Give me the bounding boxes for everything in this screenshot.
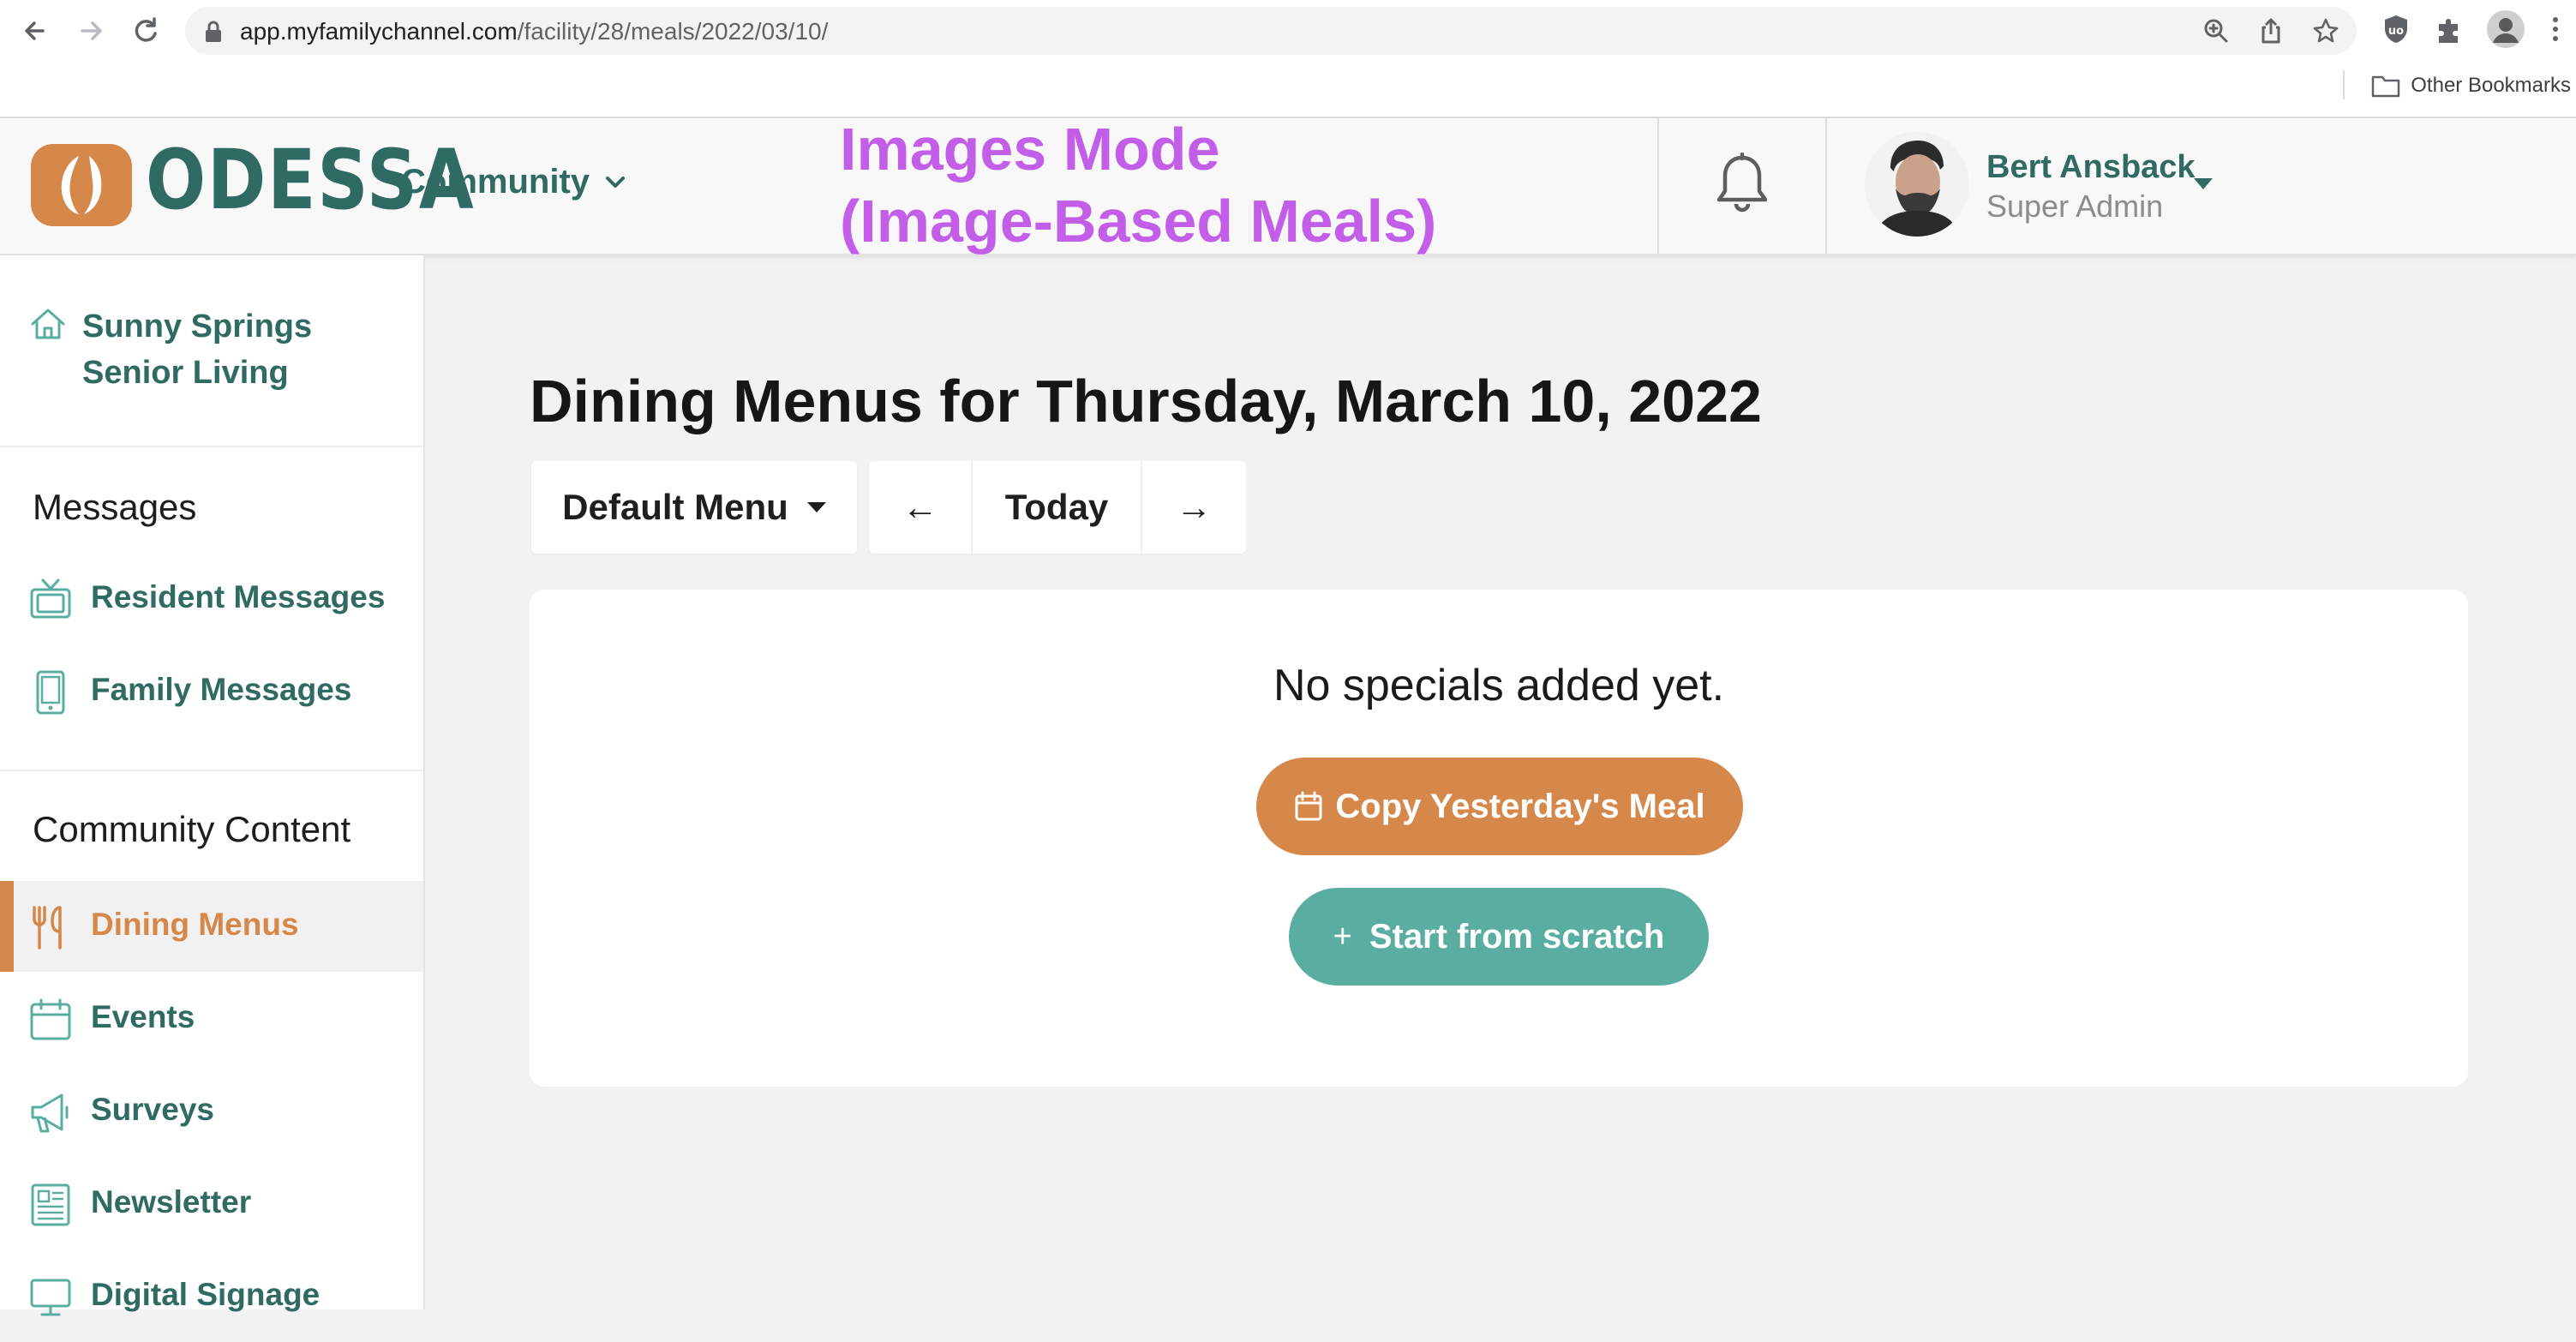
arrow-left-icon: ← [902, 487, 938, 527]
messages-section-title: Messages [33, 487, 197, 527]
megaphone-icon [29, 1090, 72, 1135]
page-title: Dining Menus for Thursday, March 10, 202… [530, 368, 1762, 434]
browser-chrome: app.myfamilychannel.com/facility/28/meal… [0, 0, 2576, 118]
sidebar-item-events[interactable]: Events [0, 974, 423, 1064]
user-role: Super Admin [1986, 189, 2164, 224]
star-icon[interactable] [2312, 17, 2339, 45]
sidebar-item-dining-menus[interactable]: Dining Menus [0, 881, 423, 972]
date-navigation: ← Today → [869, 461, 1246, 554]
other-bookmarks-label: Other Bookmarks [2411, 74, 2571, 97]
calendar-icon [29, 998, 72, 1042]
user-name[interactable]: Bert Ansback [1986, 149, 2196, 186]
sidebar-item-newsletter[interactable]: Newsletter [0, 1159, 423, 1249]
sidebar-item-label: Dining Menus [91, 907, 299, 942]
community-dropdown[interactable]: Community [401, 163, 626, 201]
chevron-down-icon [606, 176, 625, 188]
sidebar: Sunny Springs Senior Living Messages Res… [0, 255, 425, 1316]
puzzle-icon[interactable] [2432, 12, 2466, 46]
facility-name: Sunny Springs Senior Living [82, 309, 313, 391]
menu-select-dropdown[interactable]: Default Menu [531, 461, 857, 554]
community-content-section-title: Community Content [33, 809, 351, 849]
facility-link[interactable]: Sunny Springs Senior Living [0, 255, 423, 447]
svg-text:uo: uo [2388, 25, 2404, 38]
sidebar-item-digital-signage[interactable]: Digital Signage [0, 1251, 423, 1342]
home-icon [29, 305, 67, 343]
phone-icon [29, 670, 72, 715]
sidebar-item-label: Family Messages [91, 672, 352, 707]
folder-icon [2372, 75, 2400, 98]
sidebar-item-surveys[interactable]: Surveys [0, 1066, 423, 1157]
meal-card: No specials added yet. Copy Yesterday's … [530, 590, 2468, 1087]
sidebar-item-label: Resident Messages [91, 579, 386, 614]
next-day-button[interactable]: → [1142, 461, 1246, 554]
profile-avatar-icon[interactable] [2487, 10, 2525, 48]
empty-state-text: No specials added yet. [1273, 661, 1725, 710]
header-divider [1825, 118, 1827, 254]
url-path: /facility/28/meals/2022/03/10/ [517, 18, 829, 45]
more-menu-icon[interactable] [2547, 12, 2564, 46]
newspaper-icon [29, 1183, 72, 1227]
tv-icon [29, 578, 72, 622]
community-label: Community [401, 163, 590, 201]
copy-yesterdays-meal-button[interactable]: Copy Yesterday's Meal [1256, 758, 1743, 855]
sidebar-divider [0, 770, 423, 771]
sidebar-item-label: Digital Signage [91, 1277, 321, 1312]
copy-yesterdays-meal-label: Copy Yesterday's Meal [1335, 787, 1705, 825]
zoom-icon[interactable] [2202, 17, 2230, 45]
start-from-scratch-label: Start from scratch [1369, 917, 1665, 956]
start-from-scratch-button[interactable]: + Start from scratch [1289, 888, 1709, 986]
address-bar[interactable]: app.myfamilychannel.com/facility/28/meal… [185, 7, 2357, 55]
utensils-icon [29, 905, 72, 950]
other-bookmarks[interactable]: Other Bookmarks [2371, 70, 2571, 101]
today-label: Today [1004, 487, 1109, 527]
sidebar-item-label: Newsletter [91, 1184, 252, 1219]
bell-icon[interactable] [1714, 153, 1770, 216]
url-text: app.myfamilychannel.com/facility/28/meal… [240, 18, 828, 45]
sidebar-item-label: Surveys [91, 1092, 214, 1127]
sidebar-item-resident-messages[interactable]: Resident Messages [0, 554, 423, 644]
forward-arrow-icon[interactable] [72, 12, 110, 50]
bookmarks-separator [2343, 70, 2345, 99]
reload-icon[interactable] [127, 12, 165, 50]
arrow-right-icon: → [1176, 487, 1213, 527]
monitor-icon [29, 1275, 72, 1320]
header-divider [1657, 118, 1659, 254]
menu-select-label: Default Menu [562, 487, 788, 527]
share-icon[interactable] [2257, 17, 2285, 45]
user-avatar[interactable] [1865, 132, 1969, 237]
lock-icon [204, 21, 223, 43]
app-header: ODESSA Community Images Mode (Image-Base… [0, 116, 2576, 255]
caret-down-icon[interactable] [2194, 178, 2213, 190]
mode-annotation: Images Mode (Image-Based Meals) [840, 116, 1437, 255]
today-button[interactable]: Today [973, 461, 1142, 554]
caret-down-icon [806, 501, 826, 512]
plus-icon: + [1333, 918, 1352, 955]
shield-extension-icon[interactable]: uo [2379, 12, 2413, 46]
previous-day-button[interactable]: ← [869, 461, 973, 554]
url-host: app.myfamilychannel.com [240, 18, 518, 45]
active-indicator [0, 881, 14, 972]
back-arrow-icon[interactable] [17, 12, 55, 50]
sidebar-item-label: Events [91, 999, 195, 1034]
calendar-icon [1295, 791, 1322, 821]
odessa-logo-icon[interactable] [31, 144, 132, 226]
sidebar-item-family-messages[interactable]: Family Messages [0, 646, 423, 737]
